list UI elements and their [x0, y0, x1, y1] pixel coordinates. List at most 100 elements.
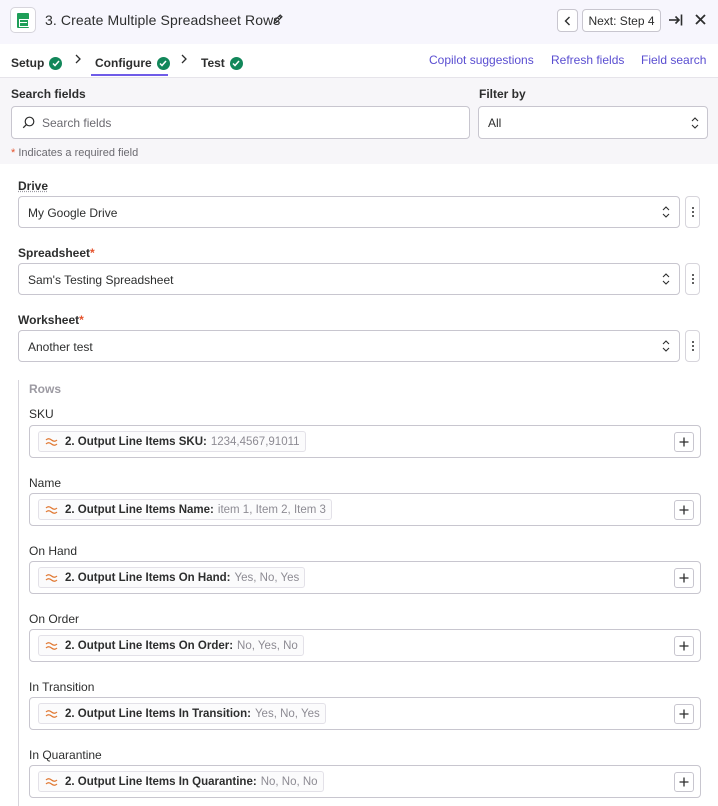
token-name: 2. Output Line Items On Hand: [65, 571, 231, 584]
row-field-label: In Quarantine [29, 748, 102, 762]
tab-configure[interactable]: Configure [95, 52, 170, 74]
token-value: item 1, Item 2, Item 3 [217, 503, 326, 516]
tab-label: Test [201, 56, 225, 70]
wave-icon [45, 778, 58, 786]
required-star: * [90, 246, 95, 260]
insert-data-button[interactable] [674, 772, 694, 792]
row-field-input[interactable]: 2. Output Line Items In Quarantine: No, … [29, 765, 701, 798]
up-down-chevron-icon [662, 273, 670, 285]
required-note-text: Indicates a required field [18, 147, 139, 159]
token-name: 2. Output Line Items In Transition: [65, 707, 251, 720]
row-field-label: On Order [29, 612, 80, 626]
spreadsheet-label: Spreadsheet* [18, 246, 95, 260]
step-header: 3. Create Multiple Spreadsheet Rows Next… [0, 0, 718, 44]
drive-label: Drive [18, 179, 49, 193]
wave-icon [45, 642, 58, 650]
row-field-input[interactable]: 2. Output Line Items In Transition: Yes,… [29, 697, 701, 730]
row-field-label: Name [29, 476, 62, 490]
previous-step-button[interactable] [557, 9, 578, 32]
insert-data-button[interactable] [674, 500, 694, 520]
mapped-field-token[interactable]: 2. Output Line Items SKU: 1234,4567,9101… [38, 431, 306, 452]
spreadsheet-label-text: Spreadsheet [18, 246, 91, 260]
plus-icon [679, 641, 689, 651]
plus-icon [679, 437, 689, 447]
token-value: No, Yes, No [237, 639, 298, 652]
row-field-label: SKU [29, 407, 54, 421]
token-value: Yes, No, Yes [254, 707, 320, 720]
plus-icon [679, 505, 689, 515]
drive-more-button[interactable] [685, 196, 700, 228]
filter-by-value: All [488, 116, 502, 130]
tab-test[interactable]: Test [201, 52, 243, 74]
spreadsheet-more-button[interactable] [685, 263, 700, 295]
row-field-label: In Transition [29, 680, 95, 694]
token-value: Yes, No, Yes [234, 571, 300, 584]
check-circle-icon [229, 56, 243, 70]
token-name: 2. Output Line Items On Order: [65, 639, 234, 652]
refresh-fields-link[interactable]: Refresh fields [551, 53, 624, 67]
plus-icon [679, 709, 689, 719]
required-star: * [11, 147, 16, 159]
up-down-chevron-icon [662, 340, 670, 352]
chevron-right-icon [75, 54, 81, 64]
token-value: 1234,4567,91011 [210, 435, 300, 448]
row-field-label: On Hand [29, 544, 78, 558]
row-field-input[interactable]: 2. Output Line Items On Hand: Yes, No, Y… [29, 561, 701, 594]
close-icon[interactable] [694, 13, 707, 26]
required-field-note: * Indicates a required field [11, 147, 138, 159]
mapped-field-token[interactable]: 2. Output Line Items On Order: No, Yes, … [38, 635, 304, 656]
chevron-left-icon [564, 16, 570, 25]
step-tabs: Setup Configure Test Copilot suggestions… [0, 44, 718, 78]
search-input[interactable] [42, 113, 462, 133]
token-name: 2. Output Line Items Name: [65, 503, 214, 516]
rows-group-rule [18, 380, 19, 806]
insert-data-button[interactable] [674, 432, 694, 452]
row-field-input[interactable]: 2. Output Line Items Name: item 1, Item … [29, 493, 701, 526]
mapped-field-token[interactable]: 2. Output Line Items In Transition: Yes,… [38, 703, 326, 724]
field-search-link[interactable]: Field search [641, 53, 706, 67]
wave-icon [45, 438, 58, 446]
required-star: * [79, 313, 84, 327]
row-field-input[interactable]: 2. Output Line Items SKU: 1234,4567,9101… [29, 425, 701, 458]
spreadsheet-value: Sam's Testing Spreadsheet [28, 273, 174, 287]
worksheet-label-text: Worksheet [18, 313, 80, 327]
collapse-panel-icon[interactable] [667, 12, 683, 28]
field-filter-panel: Search fields Filter by All * Indicates … [0, 78, 718, 164]
google-sheets-icon [10, 7, 36, 33]
pencil-icon[interactable] [272, 13, 284, 25]
worksheet-select[interactable]: Another test [18, 330, 680, 362]
filter-by-select[interactable]: All [478, 106, 708, 139]
token-name: 2. Output Line Items SKU: [65, 435, 207, 448]
search-field-box[interactable] [11, 106, 470, 139]
next-step-button[interactable]: Next: Step 4 [582, 9, 661, 32]
step-title[interactable]: 3. Create Multiple Spreadsheet Rows [45, 12, 280, 28]
wave-icon [45, 574, 58, 582]
wave-icon [45, 506, 58, 514]
plus-icon [679, 573, 689, 583]
tab-label: Configure [95, 56, 152, 70]
worksheet-value: Another test [28, 340, 93, 354]
check-circle-icon [49, 56, 63, 70]
insert-data-button[interactable] [674, 704, 694, 724]
drive-select[interactable]: My Google Drive [18, 196, 680, 228]
token-name: 2. Output Line Items In Quarantine: [65, 775, 257, 788]
active-tab-indicator [91, 74, 168, 76]
check-circle-icon [156, 56, 170, 70]
search-fields-label: Search fields [11, 87, 86, 101]
rows-group-title: Rows [29, 382, 62, 396]
chevron-right-icon [181, 54, 187, 64]
mapped-field-token[interactable]: 2. Output Line Items In Quarantine: No, … [38, 771, 324, 792]
insert-data-button[interactable] [674, 636, 694, 656]
drive-value: My Google Drive [28, 206, 118, 220]
plus-icon [679, 777, 689, 787]
filter-by-label: Filter by [479, 87, 526, 101]
tab-setup[interactable]: Setup [11, 52, 63, 74]
copilot-suggestions-link[interactable]: Copilot suggestions [429, 53, 534, 67]
up-down-chevron-icon [662, 206, 670, 218]
row-field-input[interactable]: 2. Output Line Items On Order: No, Yes, … [29, 629, 701, 662]
spreadsheet-select[interactable]: Sam's Testing Spreadsheet [18, 263, 680, 295]
mapped-field-token[interactable]: 2. Output Line Items Name: item 1, Item … [38, 499, 332, 520]
insert-data-button[interactable] [674, 568, 694, 588]
worksheet-more-button[interactable] [685, 330, 700, 362]
mapped-field-token[interactable]: 2. Output Line Items On Hand: Yes, No, Y… [38, 567, 306, 588]
